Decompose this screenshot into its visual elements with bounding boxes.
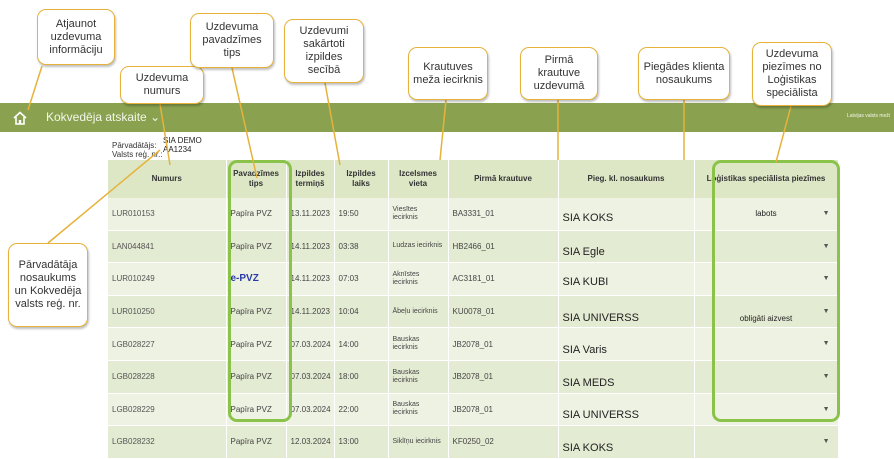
cell-first-yard: JB2078_01 (448, 327, 559, 361)
client-name: SIA KOKS (562, 441, 614, 454)
cell-notes[interactable]: ▼ (694, 425, 839, 459)
client-name: SIA Egle (562, 246, 605, 259)
client-name: SIA MEDS (562, 376, 615, 389)
carrier-labels: Pārvadātājs: Valsts reģ. nr.: (112, 141, 163, 159)
cell-time: 18:00 (334, 360, 389, 394)
callout-refresh: Atjaunot uzdevuma informāciju (37, 9, 115, 65)
header-client[interactable]: Pieg. kl. nosaukums (558, 160, 695, 198)
cell-time: 19:50 (334, 198, 389, 231)
header-due-time[interactable]: Izpildes laiks (334, 160, 389, 198)
cell-origin: Aknīstes iecirknis (388, 262, 449, 296)
cell-number: LGB028229 (108, 393, 227, 427)
waybill-type-column-highlight (228, 160, 292, 422)
cell-origin: Bauskas iecirknis (388, 393, 449, 427)
cell-client: SIA KOKS (558, 198, 695, 231)
callout-notes: Uzdevuma piezīmes no Loģistikas speciāli… (752, 42, 832, 106)
callout-first-yard: Pirmā krautuve uzdevumā (520, 47, 598, 100)
carrier-values: SIA DEMO AA1234 (163, 136, 202, 154)
cell-client: SIA Egle (558, 230, 695, 264)
cell-date: 12.03.2024 (286, 425, 335, 459)
table-row[interactable]: LGB028232 Papīra PVZ 12.03.2024 13:00 Si… (108, 425, 839, 459)
cell-number: LGB028232 (108, 425, 227, 459)
callout-task-number: Uzdevuma numurs (120, 66, 204, 104)
cell-client: SIA UNIVERSS (558, 393, 695, 427)
cell-number: LAN044841 (108, 230, 227, 264)
cell-first-yard: KF0250_02 (448, 425, 559, 459)
cell-number: LGB028228 (108, 360, 227, 394)
cell-date: 07.03.2024 (286, 360, 335, 394)
callout-carrier: Pārvadātāja nosaukums un Kokvedēja valst… (8, 243, 88, 327)
cell-first-yard: AC3181_01 (448, 262, 559, 296)
client-name: SIA UNIVERSS (562, 409, 639, 422)
nav-right-text: Latvijas valsts meži (846, 113, 890, 119)
client-name: SIA Varis (562, 344, 607, 357)
cell-date: 14.11.2023 (286, 295, 335, 329)
cell-first-yard: KU0078_01 (448, 295, 559, 329)
client-name: SIA KOKS (562, 211, 614, 224)
header-first-yard[interactable]: Pirmā krautuve (448, 160, 559, 198)
cell-origin: Siklīņu iecirknis (388, 425, 449, 459)
cell-client: SIA Varis (558, 327, 695, 361)
cell-date: 07.03.2024 (286, 393, 335, 427)
header-origin[interactable]: Izcelsmes vieta (388, 160, 449, 198)
cell-client: SIA UNIVERSS (558, 295, 695, 329)
callout-origin: Krautuves meža iecirknis (408, 47, 488, 100)
carrier-reg-number: AA1234 (163, 145, 192, 154)
cell-client: SIA MEDS (558, 360, 695, 394)
cell-time: 10:04 (334, 295, 389, 329)
cell-time: 07:03 (334, 262, 389, 296)
cell-time: 14:00 (334, 327, 389, 361)
cell-origin: Ludzas iecirknis (388, 230, 449, 264)
cell-origin: Bauskas iecirknis (388, 360, 449, 394)
cell-client: SIA KOKS (558, 425, 695, 459)
client-name: SIA UNIVERSS (562, 311, 639, 324)
cell-number: LGB028227 (108, 327, 227, 361)
callout-sorted: Uzdevumi sakārtoti izpildes secībā (284, 19, 364, 83)
callout-client: Piegādes klienta nosaukums (638, 47, 730, 100)
cell-waybill-type: Papīra PVZ (226, 425, 287, 459)
cell-origin: Bauskas iecirknis (388, 327, 449, 361)
callout-waybill-type: Uzdevuma pavadzīmes tips (190, 13, 274, 68)
header-number[interactable]: Numurs (108, 160, 227, 198)
cell-number: LUR010249 (108, 262, 227, 296)
cell-date: 14.11.2023 (286, 262, 335, 296)
cell-first-yard: JB2078_01 (448, 360, 559, 394)
carrier-name: SIA DEMO (163, 136, 202, 145)
cell-first-yard: HB2466_01 (448, 230, 559, 264)
carrier-label: Pārvadātājs: (112, 141, 157, 150)
cell-date: 14.11.2023 (286, 230, 335, 264)
header-due-date[interactable]: Izpildes termiņš (286, 160, 335, 198)
cell-number: LUR010153 (108, 198, 227, 231)
report-title-dropdown[interactable]: Kokvedēja atskaite ⌄ (46, 110, 160, 124)
cell-date: 07.03.2024 (286, 327, 335, 361)
notes-column-highlight (712, 160, 840, 422)
cell-client: SIA KUBI (558, 262, 695, 296)
cell-time: 22:00 (334, 393, 389, 427)
home-icon[interactable] (12, 110, 28, 126)
chevron-down-icon[interactable]: ▼ (823, 438, 830, 445)
cell-first-yard: JB2078_01 (448, 393, 559, 427)
cell-origin: Viesītes iecirknis (388, 198, 449, 231)
top-nav-bar: Kokvedēja atskaite ⌄ Latvijas valsts mež… (0, 103, 894, 132)
cell-first-yard: BA3331_01 (448, 198, 559, 231)
reg-number-label: Valsts reģ. nr.: (112, 150, 163, 159)
cell-origin: Ābeļu iecirknis (388, 295, 449, 329)
cell-time: 13:00 (334, 425, 389, 459)
cell-date: 13.11.2023 (286, 198, 335, 231)
cell-time: 03:38 (334, 230, 389, 264)
client-name: SIA KUBI (562, 275, 609, 288)
cell-number: LUR010250 (108, 295, 227, 329)
